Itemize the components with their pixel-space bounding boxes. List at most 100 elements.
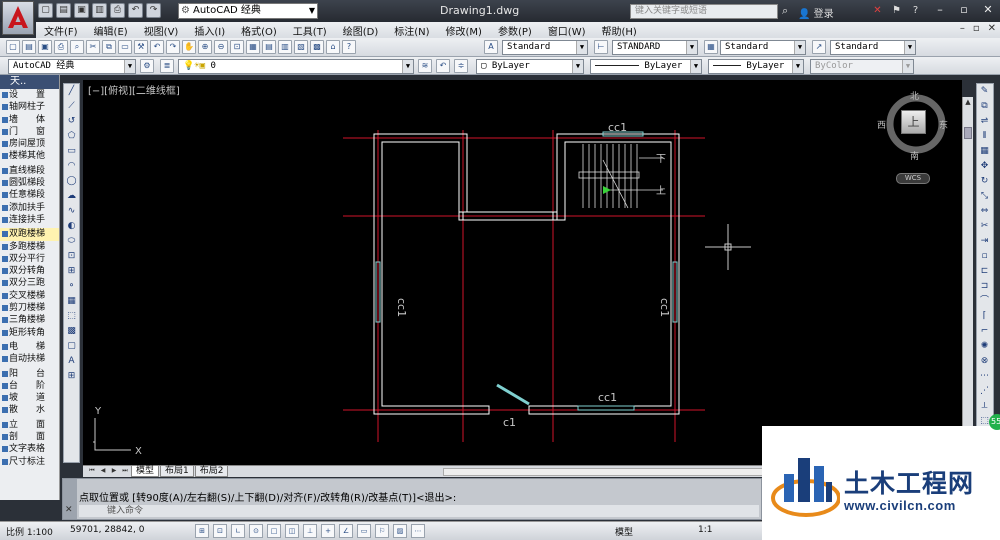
erase-icon[interactable]: ✎ — [977, 84, 992, 99]
layout-tab-2[interactable]: 布局2 — [194, 466, 229, 477]
3dosnap-toggle-icon[interactable]: ◫ — [285, 524, 299, 538]
palette-item-15[interactable]: 双分三跑 — [0, 277, 59, 289]
mleader-style-select[interactable]: Standard ▼ — [830, 40, 916, 55]
dim-style-select[interactable]: STANDARD ▼ — [612, 40, 698, 55]
palette-item-7[interactable]: 圆弧梯段 — [0, 177, 59, 189]
linetype-select[interactable]: ByLayer ▼ — [590, 59, 702, 74]
construction-line-icon[interactable]: ⟋ — [64, 99, 79, 114]
array-icon[interactable]: ▦ — [977, 144, 992, 159]
palette-item-3[interactable]: 门 窗 — [0, 126, 59, 138]
copy-icon[interactable]: ⧉ — [977, 99, 992, 114]
fillet-icon[interactable]: ⌈ — [977, 309, 992, 324]
vertical-scrollbar[interactable]: ▲ — [962, 97, 973, 467]
plot-icon[interactable]: ⎙ — [54, 40, 68, 54]
palette-item-14[interactable]: 双分转角 — [0, 265, 59, 277]
menu-item-3[interactable]: 插入(I) — [186, 23, 233, 38]
table-style-select[interactable]: Standard ▼ — [720, 40, 806, 55]
palette-item-8[interactable]: 任意梯段 — [0, 189, 59, 201]
grid-toggle-icon[interactable]: ⊡ — [213, 524, 227, 538]
prev-tab-icon[interactable]: ◀ — [98, 466, 108, 476]
table-icon[interactable]: ▢ — [64, 339, 79, 354]
compass-west[interactable]: 西 — [877, 118, 886, 131]
otrack-toggle-icon[interactable]: ⊥ — [303, 524, 317, 538]
menu-item-4[interactable]: 格式(O) — [233, 23, 285, 38]
break-point-icon[interactable]: ▫ — [977, 249, 992, 264]
scale-icon[interactable]: ⤡ — [977, 189, 992, 204]
close-button[interactable]: ✕ — [976, 2, 1000, 19]
menu-item-10[interactable]: 窗口(W) — [540, 23, 594, 38]
palette-item-26[interactable]: 立 面 — [0, 419, 59, 431]
next-tab-icon[interactable]: ▶ — [109, 466, 119, 476]
rotate-icon[interactable]: ↻ — [977, 174, 992, 189]
palette-item-2[interactable]: 墙 体 — [0, 114, 59, 126]
layer-select[interactable]: 💡☀▣ 0 ▼ — [178, 59, 414, 74]
palette-item-17[interactable]: 剪刀楼梯 — [0, 302, 59, 314]
palette-item-27[interactable]: 剖 面 — [0, 431, 59, 443]
save-icon[interactable]: ▣ — [74, 3, 89, 18]
palette-item-21[interactable]: 自动扶梯 — [0, 353, 59, 365]
polygon-icon[interactable]: ⬠ — [64, 129, 79, 144]
qp-toggle-icon[interactable]: ▨ — [393, 524, 407, 538]
tpy-toggle-icon[interactable]: ⚐ — [375, 524, 389, 538]
first-tab-icon[interactable]: ⏮ — [87, 466, 97, 476]
coordinates-readout[interactable]: 59701, 28842, 0 — [70, 525, 144, 535]
boolean-icon[interactable]: ⊗ — [977, 354, 992, 369]
palette-item-9[interactable]: 添加扶手 — [0, 202, 59, 214]
palette-item-13[interactable]: 双分平行 — [0, 253, 59, 265]
snap-toggle-icon[interactable]: ⊞ — [195, 524, 209, 538]
open-icon[interactable]: ▤ — [22, 40, 36, 54]
join-icon[interactable]: ⊐ — [977, 279, 992, 294]
minimize-button[interactable]: – — [928, 2, 952, 19]
align-icon[interactable]: ⋰ — [977, 384, 992, 399]
point-icon[interactable]: ⚬ — [64, 279, 79, 294]
properties-icon[interactable]: ▦ — [246, 40, 260, 54]
print-icon[interactable]: ⎙ — [110, 3, 125, 18]
palette-item-19[interactable]: 矩形转角 — [0, 327, 59, 339]
palette-item-1[interactable]: 轴网柱子 — [0, 101, 59, 113]
ellipse-icon[interactable]: ◐ — [64, 219, 79, 234]
exchange-icon[interactable]: ✕ — [870, 3, 885, 18]
scroll-thumb[interactable] — [964, 127, 972, 139]
wcs-menu[interactable]: WCS — [896, 173, 930, 184]
layout-tab-0[interactable]: 模型 — [131, 466, 160, 477]
palette-item-23[interactable]: 台 阶 — [0, 380, 59, 392]
compass-north[interactable]: 北 — [910, 89, 919, 102]
arc-icon[interactable]: ◠ — [64, 159, 79, 174]
mleader-style-icon[interactable]: ↗ — [812, 40, 826, 54]
palette-item-12[interactable]: 多跑楼梯 — [0, 241, 59, 253]
palette-item-4[interactable]: 房间屋顶 — [0, 138, 59, 150]
menu-item-11[interactable]: 帮助(H) — [594, 23, 645, 38]
annotation-scale[interactable]: 1:1 — [698, 525, 712, 535]
extend-icon[interactable]: ⇥ — [977, 234, 992, 249]
palette-item-20[interactable]: 电 梯 — [0, 341, 59, 353]
mtext-icon[interactable]: A — [64, 354, 79, 369]
compass-east[interactable]: 东 — [939, 118, 948, 131]
save-icon[interactable]: ▣ — [38, 40, 52, 54]
tool-palettes-icon[interactable]: ▥ — [278, 40, 292, 54]
make-block-icon[interactable]: ⊞ — [64, 264, 79, 279]
doc-restore-button[interactable]: ▫ — [973, 23, 980, 34]
dyn-toggle-icon[interactable]: ∠ — [339, 524, 353, 538]
menu-item-5[interactable]: 工具(T) — [285, 23, 335, 38]
palette-item-18[interactable]: 三角楼梯 — [0, 314, 59, 326]
insert-block-icon[interactable]: ⊡ — [64, 249, 79, 264]
palette-item-29[interactable]: 尺寸标注 — [0, 456, 59, 468]
hatch-icon[interactable]: ▦ — [64, 294, 79, 309]
open-icon[interactable]: ▤ — [56, 3, 71, 18]
palette-item-5[interactable]: 楼梯其他 — [0, 150, 59, 162]
settings-gear-icon[interactable]: ⚙ — [140, 59, 154, 73]
doc-close-button[interactable]: ✕ — [988, 23, 996, 34]
text-style-icon[interactable]: A — [484, 40, 498, 54]
palette-item-11[interactable]: 双跑楼梯 — [0, 228, 59, 241]
cut-icon[interactable]: ✂ — [86, 40, 100, 54]
zoom-window-icon[interactable]: ⊖ — [214, 40, 228, 54]
ortho-toggle-icon[interactable]: ∟ — [231, 524, 245, 538]
paste-icon[interactable]: ▭ — [118, 40, 132, 54]
palette-item-28[interactable]: 文字表格 — [0, 443, 59, 455]
sc-toggle-icon[interactable]: ⋯ — [411, 524, 425, 538]
lwt-toggle-icon[interactable]: ▭ — [357, 524, 371, 538]
workspace-select-2[interactable]: AutoCAD 经典 ▼ — [8, 59, 136, 74]
search-input[interactable]: 键入关键字或短语 — [630, 4, 778, 19]
spline-icon[interactable]: ∿ — [64, 204, 79, 219]
calc-icon[interactable]: ⌂ — [326, 40, 340, 54]
